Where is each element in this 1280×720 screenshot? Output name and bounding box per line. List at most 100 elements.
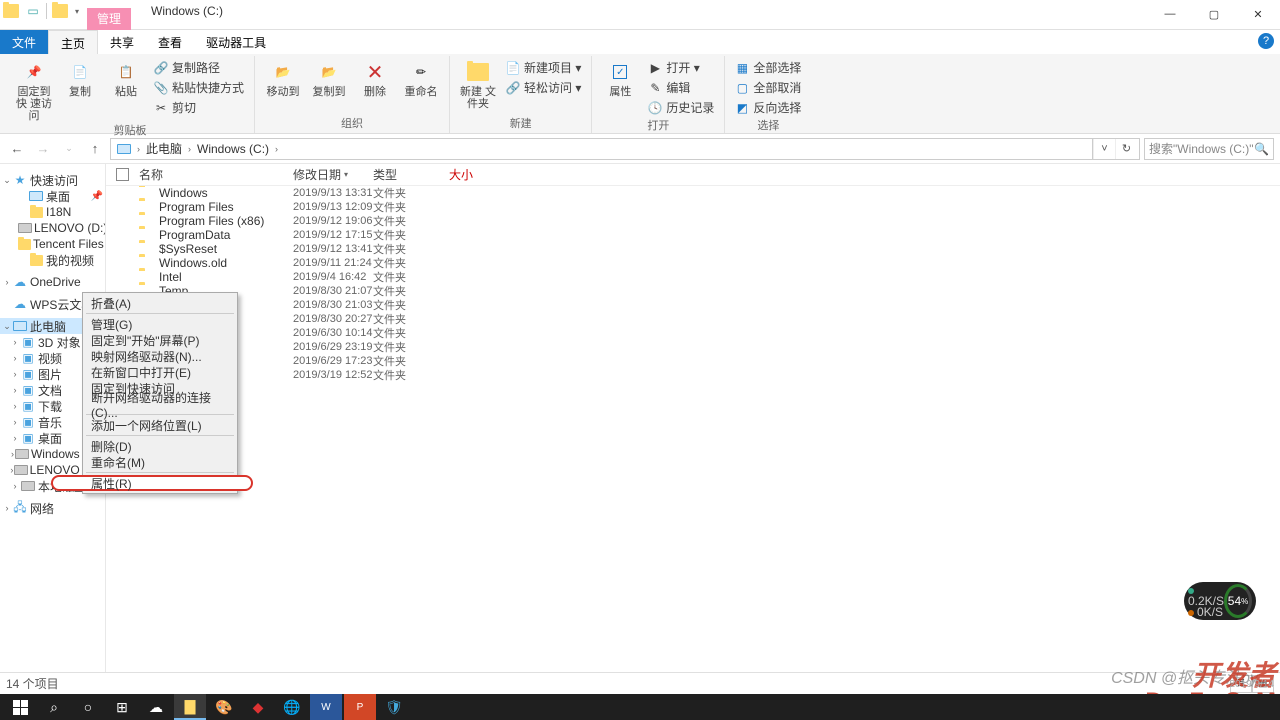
recent-dropdown[interactable]: ⌄: [58, 138, 80, 160]
file-row[interactable]: Program Files (x86)2019/9/12 19:06文件夹: [106, 214, 1280, 228]
close-button[interactable]: ✕: [1236, 0, 1280, 28]
select-all-checkbox[interactable]: [116, 168, 129, 181]
refresh-button[interactable]: ↻: [1115, 139, 1137, 159]
cut-button[interactable]: ✂剪切: [152, 98, 246, 117]
ribbon: 📌固定到快 速访问 📄复制 📋粘贴 🔗复制路径 📎粘贴快捷方式 ✂剪切 剪贴板 …: [0, 54, 1280, 134]
tab-file[interactable]: 文件: [0, 30, 48, 54]
qat-item[interactable]: ▭: [22, 0, 44, 22]
file-row[interactable]: 用户2019/8/30 20:27文件夹: [106, 312, 1280, 326]
properties-button[interactable]: ✓属性: [600, 56, 640, 98]
taskbar-word[interactable]: W: [310, 694, 342, 720]
ctx-manage[interactable]: 管理(G): [85, 316, 235, 332]
ctx-map-network[interactable]: 映射网络驱动器(N)...: [85, 348, 235, 364]
paste-button[interactable]: 📋粘贴: [106, 56, 146, 98]
select-none-button[interactable]: ▢全部取消: [733, 78, 803, 97]
file-row[interactable]: 2019/3/19 12:52文件夹: [106, 368, 1280, 382]
column-type[interactable]: 类型: [373, 166, 449, 183]
nav-item[interactable]: ⌄★快速访问: [0, 172, 105, 188]
taskbar-app-2[interactable]: 🎨: [208, 694, 240, 720]
tab-home[interactable]: 主页: [48, 30, 98, 54]
easy-access-button[interactable]: 🔗轻松访问 ▾: [504, 78, 583, 97]
nav-item[interactable]: 桌面📌: [0, 188, 105, 204]
help-button[interactable]: ?: [1258, 33, 1274, 49]
taskbar-chrome[interactable]: 🌐: [276, 694, 308, 720]
system-monitor-widget[interactable]: 0.2K/S 0K/S 54%: [1184, 582, 1256, 620]
file-row[interactable]: Windows.old2019/9/11 21:24文件夹: [106, 256, 1280, 270]
column-size[interactable]: 大小: [449, 166, 509, 183]
tab-share[interactable]: 共享: [98, 30, 146, 54]
nav-item[interactable]: LENOVO (D:): [0, 220, 105, 236]
up-button[interactable]: ↑: [84, 138, 106, 160]
ctx-disconnect-network[interactable]: 断开网络驱动器的连接(C)...: [85, 396, 235, 412]
start-button[interactable]: [4, 694, 36, 720]
qat-dropdown[interactable]: ▾: [71, 7, 83, 16]
open-button[interactable]: ▶打开 ▾: [646, 58, 716, 77]
new-folder-button[interactable]: 新建 文件夹: [458, 56, 498, 110]
ctx-collapse[interactable]: 折叠(A): [85, 295, 235, 311]
search-button[interactable]: ⌕: [38, 694, 70, 720]
minimize-button[interactable]: —: [1148, 0, 1192, 28]
search-placeholder: 搜索"Windows (C:)": [1149, 140, 1254, 157]
taskbar-app-1[interactable]: ☁: [140, 694, 172, 720]
qat-folder-icon[interactable]: [49, 0, 71, 22]
taskview-button[interactable]: ⊞: [106, 694, 138, 720]
ctx-rename[interactable]: 重命名(M): [85, 454, 235, 470]
taskbar-powerpoint[interactable]: P: [344, 694, 376, 720]
forward-button[interactable]: →: [32, 138, 54, 160]
file-row[interactable]: Intel2019/9/4 16:42文件夹: [106, 270, 1280, 284]
taskbar-app-3[interactable]: ◆: [242, 694, 274, 720]
ctx-open-new-window[interactable]: 在新窗口中打开(E): [85, 364, 235, 380]
pin-quickaccess-button[interactable]: 📌固定到快 速访问: [14, 56, 54, 122]
copy-path-button[interactable]: 🔗复制路径: [152, 58, 246, 77]
crumb-thispc[interactable]: 此电脑: [142, 138, 186, 159]
address-bar: ← → ⌄ ↑ › 此电脑 › Windows (C:) › ˅ ↻ 搜索"Wi…: [0, 134, 1280, 164]
select-all-button[interactable]: ▦全部选择: [733, 58, 803, 77]
ctx-properties[interactable]: 属性(R): [51, 475, 253, 491]
column-name[interactable]: 名称: [139, 166, 293, 183]
tab-drive-tools[interactable]: 驱动器工具: [194, 30, 278, 54]
file-row[interactable]: Windows2019/9/13 13:31文件夹: [106, 186, 1280, 200]
address-dropdown[interactable]: ˅: [1093, 139, 1115, 159]
file-row[interactable]: ProgramData2019/9/12 17:15文件夹: [106, 228, 1280, 242]
cortana-button[interactable]: ○: [72, 694, 104, 720]
copy-button[interactable]: 📄复制: [60, 56, 100, 98]
crumb-drive[interactable]: Windows (C:): [193, 140, 273, 158]
contextual-tab-manage[interactable]: 管理: [87, 8, 131, 30]
file-list: Windows2019/9/13 13:31文件夹Program Files20…: [106, 186, 1280, 672]
tab-view[interactable]: 查看: [146, 30, 194, 54]
new-item-button[interactable]: 📄新建项目 ▾: [504, 58, 583, 77]
file-row[interactable]: Temp2019/8/30 21:07文件夹: [106, 284, 1280, 298]
nav-item[interactable]: Tencent Files: [0, 236, 105, 252]
search-input[interactable]: 搜索"Windows (C:)" 🔍: [1144, 138, 1274, 160]
nav-item[interactable]: ›🖧网络: [0, 500, 105, 516]
file-row[interactable]: $SysReset2019/9/12 13:41文件夹: [106, 242, 1280, 256]
paste-shortcut-button[interactable]: 📎粘贴快捷方式: [152, 78, 246, 97]
status-bar: 14 个项目 ≣ ▦: [0, 672, 1280, 694]
edit-button[interactable]: ✎编辑: [646, 78, 716, 97]
breadcrumb[interactable]: › 此电脑 › Windows (C:) › ˅ ↻: [110, 138, 1140, 160]
moveto-button[interactable]: 📂移动到: [263, 56, 303, 98]
ribbon-tabs: 文件 主页 共享 查看 驱动器工具 ?: [0, 30, 1280, 54]
copyto-button[interactable]: 📂复制到: [309, 56, 349, 98]
column-date[interactable]: 修改日期▾: [293, 166, 373, 183]
ribbon-group-new: 新建 文件夹 📄新建项目 ▾ 🔗轻松访问 ▾ 新建: [450, 56, 592, 133]
taskbar-security[interactable]: 🛡: [378, 694, 410, 720]
file-row[interactable]: 2019/6/29 23:19文件夹: [106, 340, 1280, 354]
file-row[interactable]: Program Files2019/9/13 12:09文件夹: [106, 200, 1280, 214]
group-label-new: 新建: [510, 115, 532, 133]
titlebar: ▭ ▾ 管理 Windows (C:) — ▢ ✕: [0, 0, 1280, 30]
ctx-pin-start[interactable]: 固定到"开始"屏幕(P): [85, 332, 235, 348]
history-button[interactable]: 🕓历史记录: [646, 98, 716, 117]
delete-button[interactable]: ✕删除: [355, 56, 395, 98]
rename-button[interactable]: ✏重命名: [401, 56, 441, 98]
nav-item[interactable]: I18N: [0, 204, 105, 220]
maximize-button[interactable]: ▢: [1192, 0, 1236, 28]
ctx-delete[interactable]: 删除(D): [85, 438, 235, 454]
file-row[interactable]: 2019/6/30 10:14文件夹: [106, 326, 1280, 340]
invert-selection-button[interactable]: ◩反向选择: [733, 98, 803, 117]
file-row[interactable]: 2019/6/29 17:23文件夹: [106, 354, 1280, 368]
nav-item[interactable]: 我的视频: [0, 252, 105, 268]
taskbar-explorer[interactable]: ▇: [174, 694, 206, 720]
back-button[interactable]: ←: [6, 138, 28, 160]
nav-item[interactable]: ›☁OneDrive: [0, 274, 105, 290]
